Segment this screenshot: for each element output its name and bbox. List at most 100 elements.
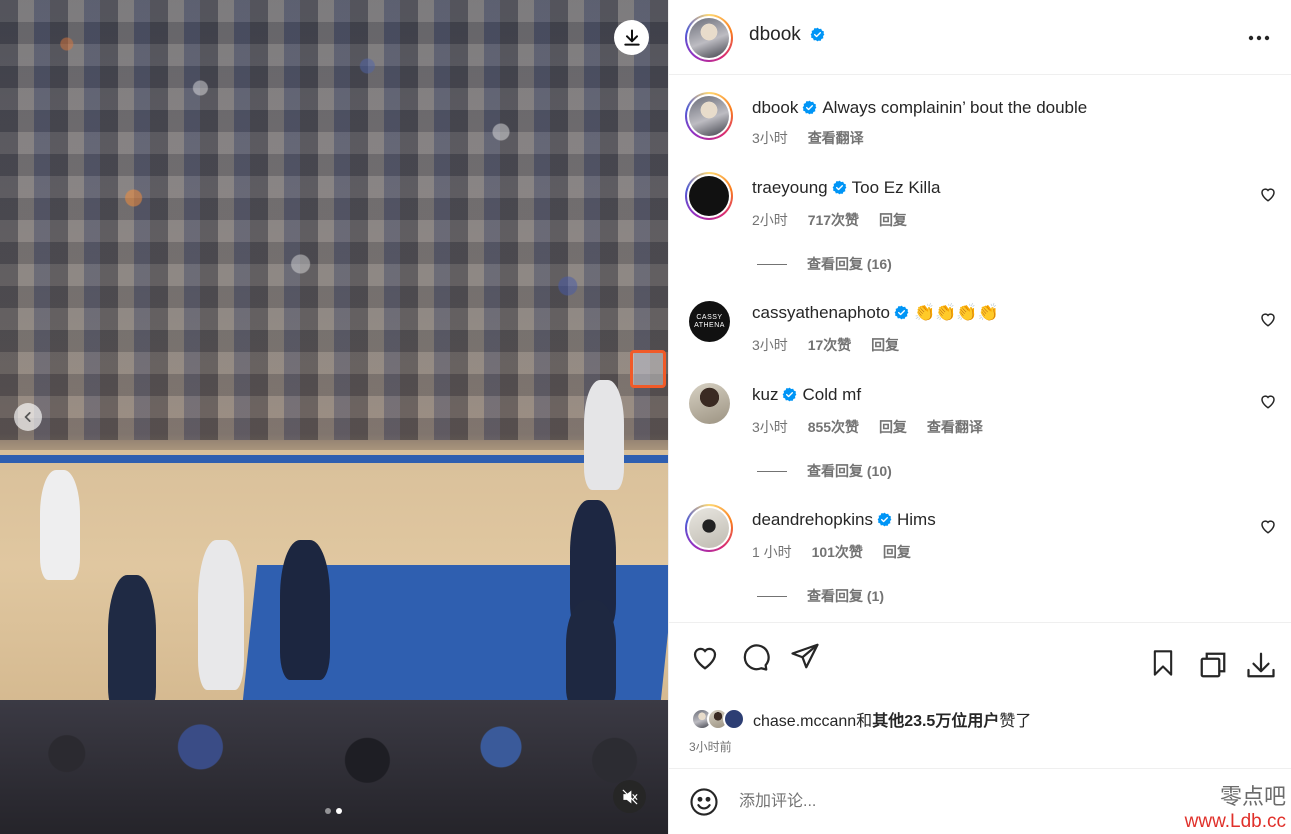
collection-button[interactable] — [1197, 649, 1229, 681]
carousel-dot — [325, 808, 331, 814]
carousel-dot-active — [336, 808, 342, 814]
view-replies-label[interactable]: 查看回复 (10) — [807, 461, 892, 481]
comment-time: 2小时 — [752, 212, 788, 228]
share-button[interactable] — [789, 640, 821, 672]
player — [584, 380, 624, 490]
view-replies-button[interactable]: 查看回复 (16) — [757, 254, 892, 274]
previous-slide-button[interactable] — [14, 403, 42, 431]
reply-button[interactable]: 回复 — [879, 419, 907, 435]
court-baseline — [0, 455, 668, 463]
comment-text: Hims — [896, 510, 936, 529]
player — [108, 575, 156, 715]
liker-username[interactable]: chase.mccann — [753, 713, 856, 730]
heart-icon — [693, 647, 717, 670]
commenter-avatar[interactable]: CASSY ATHENA — [689, 301, 730, 342]
post-timestamp[interactable]: 3小时前 — [689, 738, 732, 755]
caption-author-avatar[interactable] — [685, 92, 733, 140]
verified-icon — [802, 100, 817, 115]
site-watermark: 零点吧 www.Ldb.cc — [1168, 786, 1286, 834]
player — [198, 540, 244, 690]
crowd-background — [0, 0, 668, 440]
comment-like-heart-icon[interactable] — [1259, 392, 1277, 410]
caption-text: Always complainin’ bout the double — [822, 98, 1088, 117]
post-header: dbook — [669, 0, 1291, 75]
comment-text: Cold mf — [802, 385, 862, 404]
media-download-button[interactable] — [614, 20, 649, 55]
comment-button[interactable] — [739, 641, 771, 673]
avatar-logo-text: CASSY ATHENA — [694, 313, 725, 329]
verified-icon — [832, 180, 846, 195]
view-replies-label[interactable]: 查看回复 (1) — [807, 586, 884, 606]
comment-like-count[interactable]: 855次赞 — [808, 419, 859, 435]
multi-post-icon — [1200, 652, 1226, 678]
others-count-link[interactable]: 其他23.5万位用户 — [872, 713, 999, 730]
comment-input[interactable] — [739, 789, 1119, 815]
verified-icon — [894, 305, 909, 320]
share-icon — [791, 643, 819, 669]
view-replies-button[interactable]: 查看回复 (10) — [757, 461, 892, 481]
post-detail-panel: dbook dbook Always complainin’ bout the d… — [668, 0, 1291, 834]
commenter-avatar[interactable] — [689, 383, 730, 424]
basketball-hoop — [630, 350, 666, 388]
caption-translate-link[interactable]: 查看翻译 — [808, 130, 864, 146]
caption-time: 3小时 — [752, 130, 788, 146]
comment-like-heart-icon[interactable] — [1259, 185, 1277, 203]
author-avatar[interactable] — [685, 14, 733, 62]
post-actions: chase.mccann和其他23.5万位用户赞了 3小时前 — [669, 622, 1291, 767]
save-button[interactable] — [1147, 647, 1179, 679]
commenter-username[interactable]: kuz — [752, 385, 778, 404]
commenter-username[interactable]: deandrehopkins — [752, 510, 873, 529]
carousel-indicator — [325, 808, 342, 814]
divider — [757, 595, 787, 597]
translate-link[interactable]: 查看翻译 — [927, 419, 983, 435]
author-username-text[interactable]: dbook — [749, 24, 801, 45]
watermark-url: www.Ldb.cc — [1184, 811, 1286, 832]
mute-icon — [622, 789, 637, 804]
commenter-username[interactable]: cassyathenaphoto — [752, 303, 890, 322]
download-icon — [1247, 652, 1275, 678]
verified-icon — [783, 387, 797, 402]
player — [280, 540, 330, 680]
download-button[interactable] — [1245, 649, 1277, 681]
author-username[interactable]: dbook — [749, 24, 825, 46]
reply-button[interactable]: 回复 — [879, 212, 907, 228]
comment-like-count[interactable]: 717次赞 — [808, 212, 859, 228]
view-replies-label[interactable]: 查看回复 (16) — [807, 254, 892, 274]
commenter-username[interactable]: traeyoung — [752, 178, 828, 197]
caption-username[interactable]: dbook — [752, 98, 798, 117]
comment-like-heart-icon[interactable] — [1259, 517, 1277, 535]
likes-summary[interactable]: chase.mccann和其他23.5万位用户赞了 — [691, 707, 1031, 731]
more-icon — [1248, 35, 1270, 41]
reply-button[interactable]: 回复 — [871, 337, 899, 353]
commenter-avatar[interactable] — [685, 172, 733, 220]
post-media[interactable] — [0, 0, 668, 834]
comment-text: 👏👏👏👏 — [914, 303, 999, 322]
comment-like-count[interactable]: 101次赞 — [812, 544, 863, 560]
verified-icon — [877, 512, 892, 527]
watermark-text: 零点吧 — [1219, 785, 1286, 810]
comment-like-count[interactable]: 17次赞 — [808, 337, 852, 353]
player — [40, 470, 80, 580]
chevron-left-icon — [24, 412, 31, 422]
view-replies-button[interactable]: 查看回复 (1) — [757, 586, 884, 606]
like-button[interactable] — [689, 641, 721, 673]
reply-button[interactable]: 回复 — [883, 544, 911, 560]
mute-toggle-button[interactable] — [613, 780, 646, 813]
comment-time: 1 小时 — [752, 544, 792, 560]
player — [566, 600, 616, 710]
divider — [757, 470, 787, 472]
comment-icon — [743, 644, 770, 671]
emoji-icon[interactable] — [689, 787, 719, 817]
divider — [757, 263, 787, 265]
comments-list[interactable]: dbook Always complainin’ bout the double … — [669, 76, 1291, 622]
download-icon — [623, 29, 640, 46]
more-options-button[interactable] — [1247, 26, 1271, 50]
comment-time: 3小时 — [752, 337, 788, 353]
comment-text: Too Ez Killa — [851, 178, 941, 197]
comment-time: 3小时 — [752, 419, 788, 435]
bookmark-icon — [1153, 650, 1173, 676]
liker-avatar — [723, 708, 745, 730]
comment-like-heart-icon[interactable] — [1259, 310, 1277, 328]
verified-icon — [810, 27, 825, 42]
commenter-avatar[interactable] — [685, 504, 733, 552]
